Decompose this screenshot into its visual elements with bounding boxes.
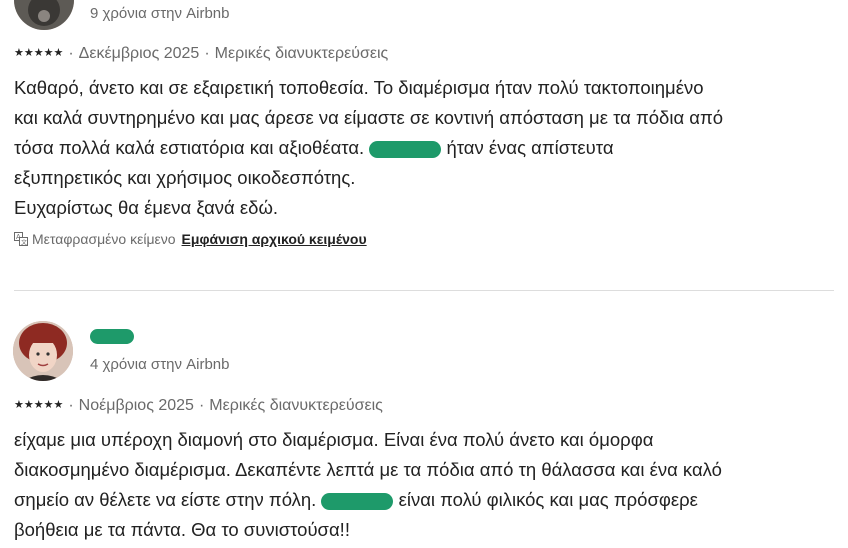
translation-notice: A 文 Μεταφρασμένο κείμενο Εμφάνιση αρχικού…: [14, 231, 367, 247]
review-line: εξυπηρετικός και χρήσιμος οικοδεσπότης.: [14, 167, 356, 188]
divider: [14, 290, 834, 291]
stay-length: Μερικές διανυκτερεύσεις: [209, 397, 383, 414]
star-rating-icon: ★★★★★: [14, 47, 64, 59]
review-line: διακοσμημένο διαμέρισμα. Δεκαπέντε λεπτά…: [14, 459, 722, 480]
review-line: βοήθεια με τα πάντα. Θα το συνιστούσα!!: [14, 519, 350, 540]
stay-length: Μερικές διανυκτερεύσεις: [214, 45, 389, 62]
translated-label: Μεταφρασμένο κείμενο: [32, 231, 176, 247]
redacted-host-name: [321, 492, 394, 510]
translate-icon: A 文: [14, 232, 28, 246]
reviewer-tenure: 4 χρόνια στην Airbnb: [90, 356, 230, 373]
review-line: Καθαρό, άνετο και σε εξαιρετική τοποθεσί…: [14, 77, 704, 98]
show-original-link[interactable]: Εμφάνιση αρχικού κειμένου: [182, 231, 367, 247]
review-text: είχαμε μια υπέροχη διαμονή στο διαμέρισμ…: [14, 425, 844, 545]
avatar[interactable]: [14, 0, 74, 30]
review-line: είχαμε μια υπέροχη διαμονή στο διαμέρισμ…: [14, 429, 654, 450]
review-date: Δεκέμβριος 2025: [78, 45, 200, 62]
review-meta: ★★★★★ · Νοέμβριος 2025 · Μερικές διανυκτερεύ…: [14, 397, 383, 414]
reviewer-name[interactable]: [90, 328, 134, 348]
review-line-text: ήταν ένας απίστευτα: [446, 137, 614, 158]
review-date: Νοέμβριος 2025: [78, 397, 194, 414]
review-text: Καθαρό, άνετο και σε εξαιρετική τοποθεσί…: [14, 73, 844, 223]
review-line: σημείο αν θέλετε να είστε στην πόλη. είν…: [14, 485, 844, 515]
review-line-text: είναι πολύ φιλικός και μας πρόσφερε: [398, 489, 698, 510]
review-meta: ★★★★★ · Δεκέμβριος 2025 · Μερικές διανυκτερε…: [14, 45, 389, 62]
review-line: και καλά συντηρημένο και μας άρεσε να εί…: [14, 107, 724, 128]
review-line: Ευχαρίστως θα έμενα ξανά εδώ.: [14, 197, 279, 218]
redacted-host-name: [369, 140, 442, 158]
avatar[interactable]: [13, 321, 73, 381]
review-line: τόσα πολλά καλά εστιατόρια και αξιοθέατα…: [14, 133, 844, 163]
redacted-reviewer-name: [90, 329, 134, 345]
reviewer-tenure: 9 χρόνια στην Airbnb: [90, 5, 230, 22]
review-line-text: σημείο αν θέλετε να είστε στην πόλη.: [14, 489, 317, 510]
svg-text:文: 文: [21, 239, 27, 247]
star-rating-icon: ★★★★★: [14, 399, 64, 411]
review-line-text: τόσα πολλά καλά εστιατόρια και αξιοθέατα…: [14, 137, 365, 158]
